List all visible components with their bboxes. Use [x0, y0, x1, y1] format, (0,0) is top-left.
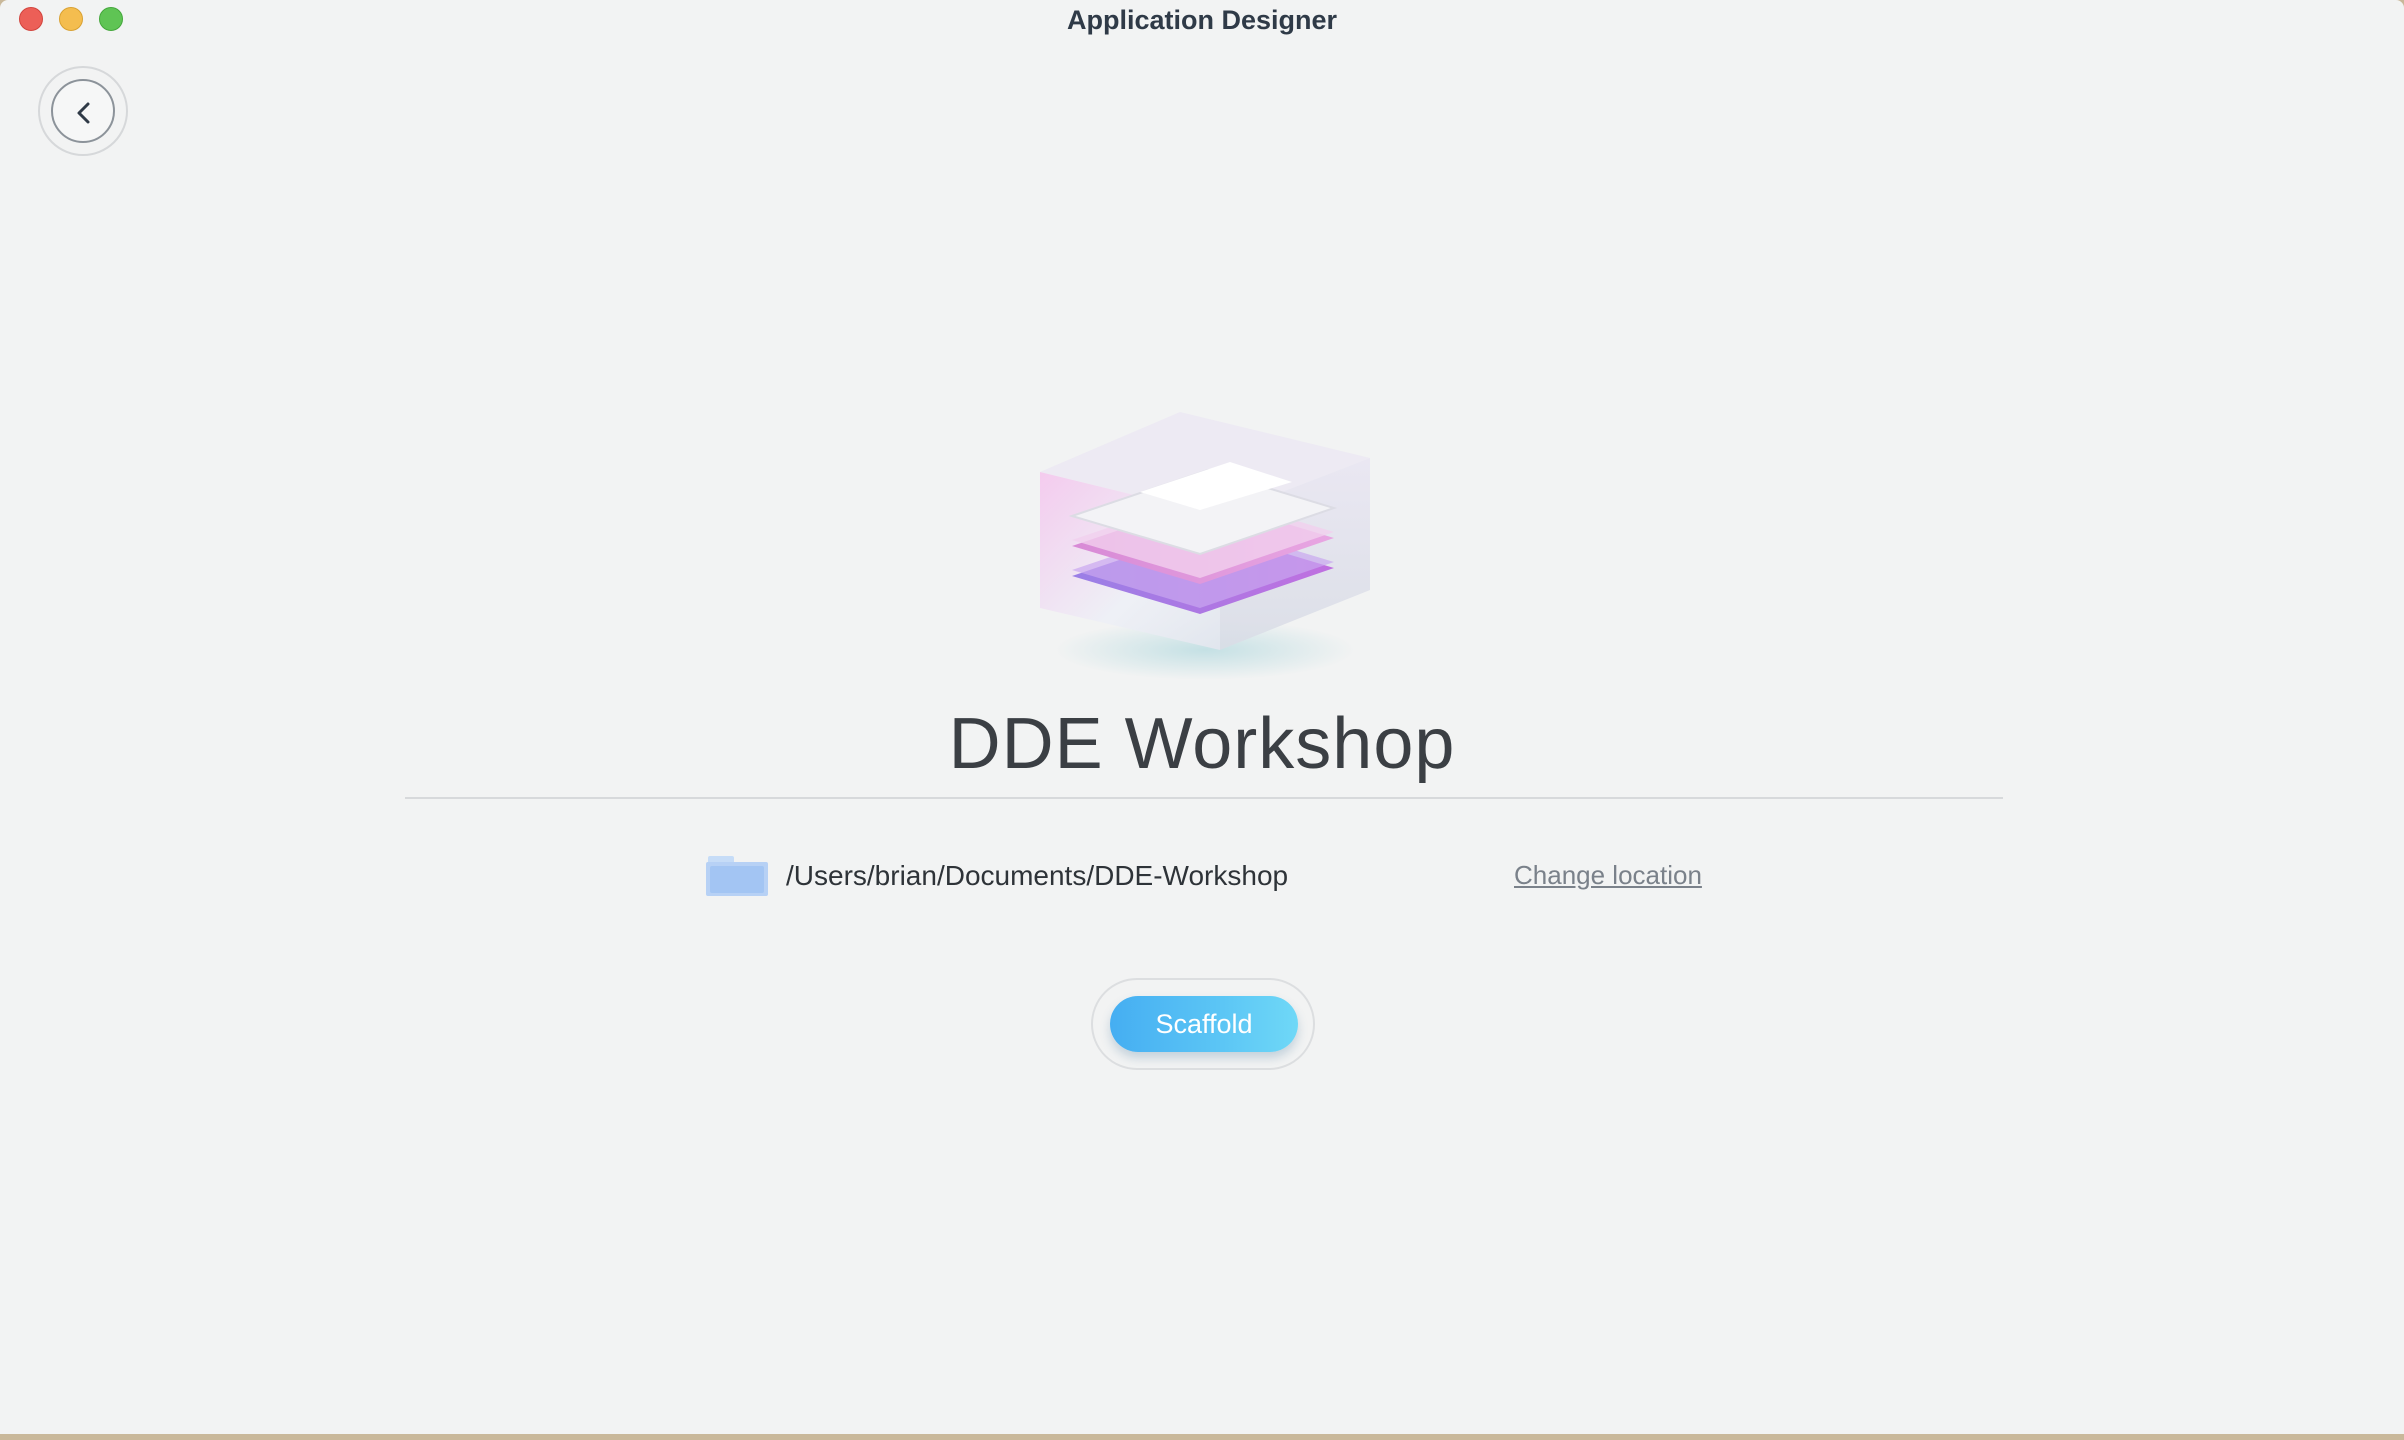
window-title: Application Designer — [1066, 5, 1338, 35]
title-bar: Application Designer — [0, 0, 2404, 40]
chevron-left-icon — [77, 102, 90, 124]
title-underline — [405, 797, 2003, 799]
scaffold-button[interactable]: Scaffold — [1110, 996, 1298, 1052]
change-location-link[interactable]: Change location — [1514, 860, 1702, 891]
location-row: /Users/brian/Documents/DDE-Workshop Chan… — [706, 850, 1706, 900]
back-button-ring — [51, 79, 115, 143]
project-path: /Users/brian/Documents/DDE-Workshop — [786, 860, 1289, 891]
folder-icon — [706, 856, 768, 896]
app-window: Application Designer DDE Workshop /Users… — [0, 0, 2404, 1434]
layers-cube-icon — [1040, 412, 1370, 680]
back-button[interactable] — [38, 66, 128, 156]
project-name[interactable]: DDE Workshop — [0, 703, 2404, 785]
app-logo — [1020, 400, 1380, 690]
